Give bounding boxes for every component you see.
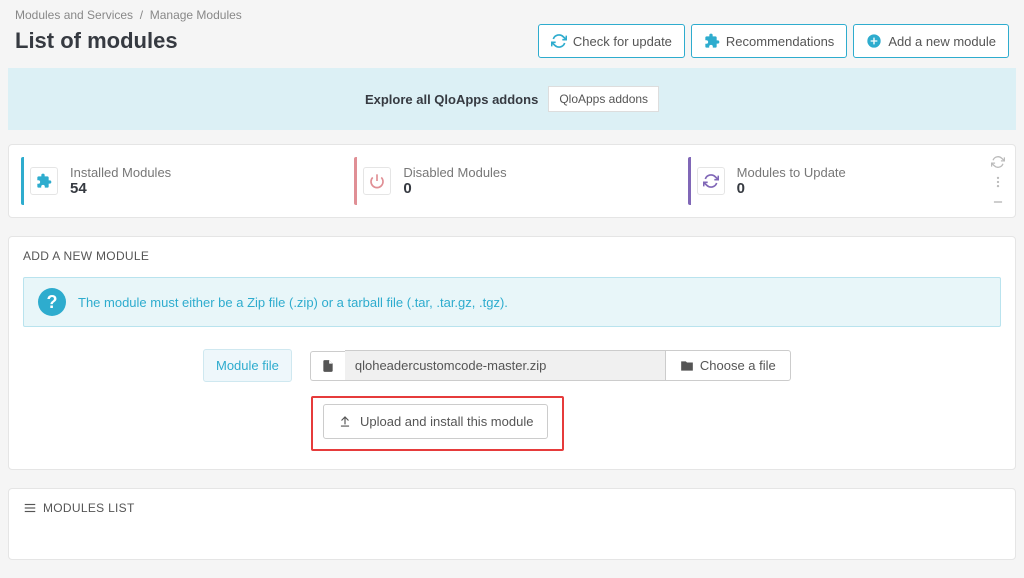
refresh-icon <box>697 167 725 195</box>
module-file-label: Module file <box>203 349 292 382</box>
breadcrumb-parent[interactable]: Modules and Services <box>15 8 133 22</box>
page-title: List of modules <box>15 28 178 54</box>
highlight-box: Upload and install this module <box>311 396 564 451</box>
upload-icon <box>338 415 352 429</box>
refresh-icon[interactable] <box>991 155 1005 169</box>
refresh-icon <box>551 33 567 49</box>
stat-disabled[interactable]: Disabled Modules 0 <box>354 157 669 205</box>
stat-installed-label: Installed Modules <box>70 165 171 180</box>
stat-installed-value: 54 <box>70 180 171 197</box>
check-update-label: Check for update <box>573 34 672 49</box>
stat-disabled-label: Disabled Modules <box>403 165 506 180</box>
addons-button[interactable]: QloApps addons <box>548 86 659 112</box>
modules-list-title: MODULES LIST <box>23 501 1001 515</box>
recommendations-label: Recommendations <box>726 34 834 49</box>
upload-install-button[interactable]: Upload and install this module <box>323 404 548 439</box>
add-module-panel: ADD A NEW MODULE ? The module must eithe… <box>8 236 1016 470</box>
stat-update-label: Modules to Update <box>737 165 846 180</box>
question-icon: ? <box>38 288 66 316</box>
breadcrumb: Modules and Services / Manage Modules <box>0 0 1024 22</box>
modules-list-panel: MODULES LIST <box>8 488 1016 560</box>
puzzle-icon <box>30 167 58 195</box>
info-text: The module must either be a Zip file (.z… <box>78 295 508 310</box>
breadcrumb-current: Manage Modules <box>150 8 242 22</box>
plus-circle-icon <box>866 33 882 49</box>
file-name-input[interactable] <box>345 350 665 381</box>
stat-update-value: 0 <box>737 180 846 197</box>
add-module-label: Add a new module <box>888 34 996 49</box>
folder-icon <box>680 359 694 373</box>
choose-file-button[interactable]: Choose a file <box>665 350 791 381</box>
header-toolbar: Check for update Recommendations Add a n… <box>538 24 1009 58</box>
collapse-icon[interactable] <box>991 195 1005 209</box>
recommendations-button[interactable]: Recommendations <box>691 24 847 58</box>
explore-text: Explore all QloApps addons <box>365 92 538 107</box>
check-update-button[interactable]: Check for update <box>538 24 685 58</box>
stat-installed[interactable]: Installed Modules 54 <box>21 157 336 205</box>
upload-install-label: Upload and install this module <box>360 414 533 429</box>
stat-disabled-value: 0 <box>403 180 506 197</box>
add-module-button[interactable]: Add a new module <box>853 24 1009 58</box>
module-file-row: Module file Choose a file <box>23 349 1001 382</box>
list-icon <box>23 501 37 515</box>
file-icon <box>310 351 345 381</box>
info-alert: ? The module must either be a Zip file (… <box>23 277 1001 327</box>
more-icon[interactable] <box>991 175 1005 189</box>
puzzle-icon <box>704 33 720 49</box>
add-module-title: ADD A NEW MODULE <box>23 249 1001 263</box>
stats-panel: Installed Modules 54 Disabled Modules 0 … <box>8 144 1016 218</box>
stat-update[interactable]: Modules to Update 0 <box>688 157 1003 205</box>
explore-banner: Explore all QloApps addons QloApps addon… <box>8 68 1016 130</box>
power-icon <box>363 167 391 195</box>
choose-file-label: Choose a file <box>700 358 776 373</box>
